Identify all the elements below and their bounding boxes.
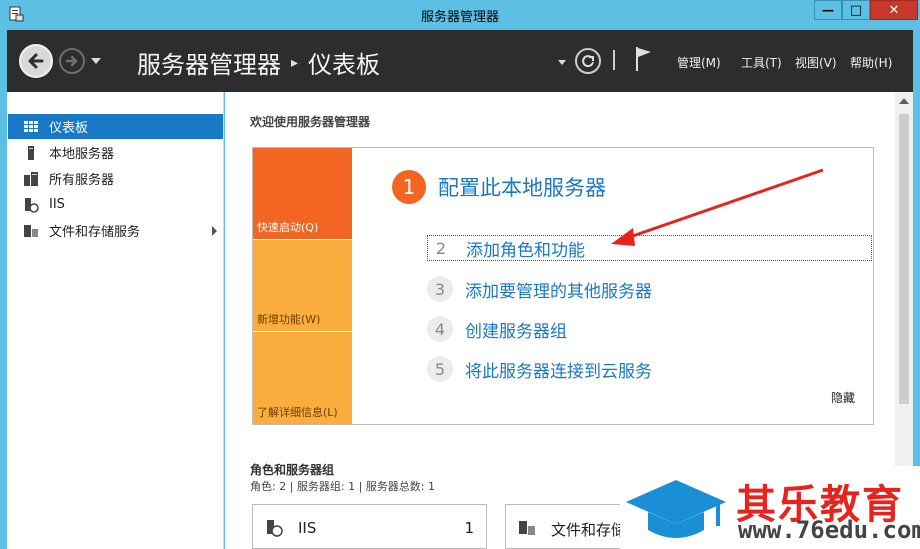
step-label: 配置此本地服务器 xyxy=(438,176,606,200)
sidebar-item-file-storage[interactable]: 文件和存储服务 xyxy=(8,218,223,243)
refresh-icon xyxy=(582,55,594,68)
history-dropdown-icon[interactable] xyxy=(91,58,101,64)
step-number: 2 xyxy=(435,238,447,258)
refresh-button[interactable] xyxy=(575,48,601,74)
storage-icon xyxy=(24,224,38,237)
role-name: IIS xyxy=(298,519,317,537)
server-icon xyxy=(28,145,34,160)
sidebar-item-label: 本地服务器 xyxy=(49,147,115,162)
graduation-cap-icon xyxy=(626,480,726,538)
role-count: 1 xyxy=(464,519,474,537)
close-button[interactable]: ✕ xyxy=(870,0,918,20)
scroll-thumb[interactable] xyxy=(899,114,909,404)
welcome-heading: 欢迎使用服务器管理器 xyxy=(250,115,371,129)
sidebar-item-label: 文件和存储服务 xyxy=(49,225,141,240)
step-number: 4 xyxy=(427,316,453,342)
sidebar-item-label: IIS xyxy=(49,197,65,212)
annotation-arrow-icon xyxy=(611,168,824,246)
scroll-up-icon[interactable] xyxy=(899,98,909,104)
app-header: 服务器管理器 ▸ 仪表板 管理(M) 工具(T) 视图(V) 帮助(H) xyxy=(7,30,913,92)
add-other-servers-link[interactable]: 3 添加要管理的其他服务器 xyxy=(427,276,652,302)
notifications-flag-icon[interactable] xyxy=(634,46,654,72)
tile-learn-more[interactable]: 了解详细信息(L) xyxy=(253,332,352,424)
role-name: 文件和存储 xyxy=(551,521,627,539)
sidebar-item-label: 仪表板 xyxy=(49,121,89,136)
configure-local-server-link[interactable]: 1 配置此本地服务器 xyxy=(392,170,606,204)
arrow-left-icon xyxy=(28,53,44,69)
step-label: 添加要管理的其他服务器 xyxy=(465,281,652,302)
hide-link[interactable]: 隐藏 xyxy=(831,389,855,406)
create-server-group-link[interactable]: 4 创建服务器组 xyxy=(427,316,567,342)
sidebar-item-label: 所有服务器 xyxy=(49,173,115,188)
watermark-url: www.76edu.com xyxy=(738,516,920,544)
watermark: 其乐教育 www.76edu.com xyxy=(620,466,920,549)
arrow-right-icon xyxy=(65,55,78,67)
step-number: 1 xyxy=(392,170,426,204)
maximize-icon: □ xyxy=(849,2,863,18)
iis-icon xyxy=(25,197,39,213)
storage-icon xyxy=(519,521,535,535)
step-label: 将此服务器连接到云服务 xyxy=(465,361,652,382)
roles-summary: 角色: 2 | 服务器组: 1 | 服务器总数: 1 xyxy=(250,480,436,493)
sidebar-item-iis[interactable]: IIS xyxy=(8,192,223,217)
minimize-icon: — xyxy=(822,3,834,17)
back-button[interactable] xyxy=(19,44,53,78)
sidebar-item-local-server[interactable]: 本地服务器 xyxy=(8,140,223,165)
sidebar-item-dashboard[interactable]: 仪表板 xyxy=(8,114,223,139)
sidebar-item-all-servers[interactable]: 所有服务器 xyxy=(8,166,223,191)
forward-button[interactable] xyxy=(59,48,85,74)
maximize-button[interactable]: □ xyxy=(842,0,870,20)
breadcrumb-current: 仪表板 xyxy=(308,51,381,79)
expand-arrow-icon[interactable] xyxy=(212,226,217,236)
breadcrumb: 服务器管理器 ▸ 仪表板 xyxy=(137,45,380,80)
minimize-button[interactable]: — xyxy=(814,0,842,20)
step-number: 5 xyxy=(427,356,453,382)
menu-view[interactable]: 视图(V) xyxy=(795,54,837,71)
step-number: 3 xyxy=(427,276,453,302)
sidebar: 仪表板 本地服务器 所有服务器 IIS 文件和存储服务 xyxy=(7,92,224,549)
close-icon: ✕ xyxy=(888,2,900,18)
breadcrumb-root[interactable]: 服务器管理器 xyxy=(137,45,281,80)
connect-cloud-link[interactable]: 5 将此服务器连接到云服务 xyxy=(427,356,652,382)
step-label: 添加角色和功能 xyxy=(466,240,585,261)
role-card-iis[interactable]: IIS 1 xyxy=(252,504,487,549)
menu-manage[interactable]: 管理(M) xyxy=(677,54,721,71)
header-divider xyxy=(613,50,615,70)
iis-icon xyxy=(267,520,283,537)
breadcrumb-separator-icon: ▸ xyxy=(291,54,299,71)
menu-tools[interactable]: 工具(T) xyxy=(741,54,782,71)
window-title: 服务器管理器 xyxy=(420,10,499,25)
tile-whats-new[interactable]: 新增功能(W) xyxy=(253,240,352,331)
roles-heading: 角色和服务器组 xyxy=(250,463,335,477)
refresh-dropdown-icon[interactable] xyxy=(558,60,566,65)
menu-help[interactable]: 帮助(H) xyxy=(850,54,892,71)
dashboard-icon xyxy=(24,120,38,132)
step-label: 创建服务器组 xyxy=(465,321,567,342)
servers-icon xyxy=(24,171,38,186)
tile-quick-start[interactable]: 快速启动(Q) xyxy=(253,148,352,239)
title-bar: 服务器管理器 — □ ✕ xyxy=(0,0,920,30)
